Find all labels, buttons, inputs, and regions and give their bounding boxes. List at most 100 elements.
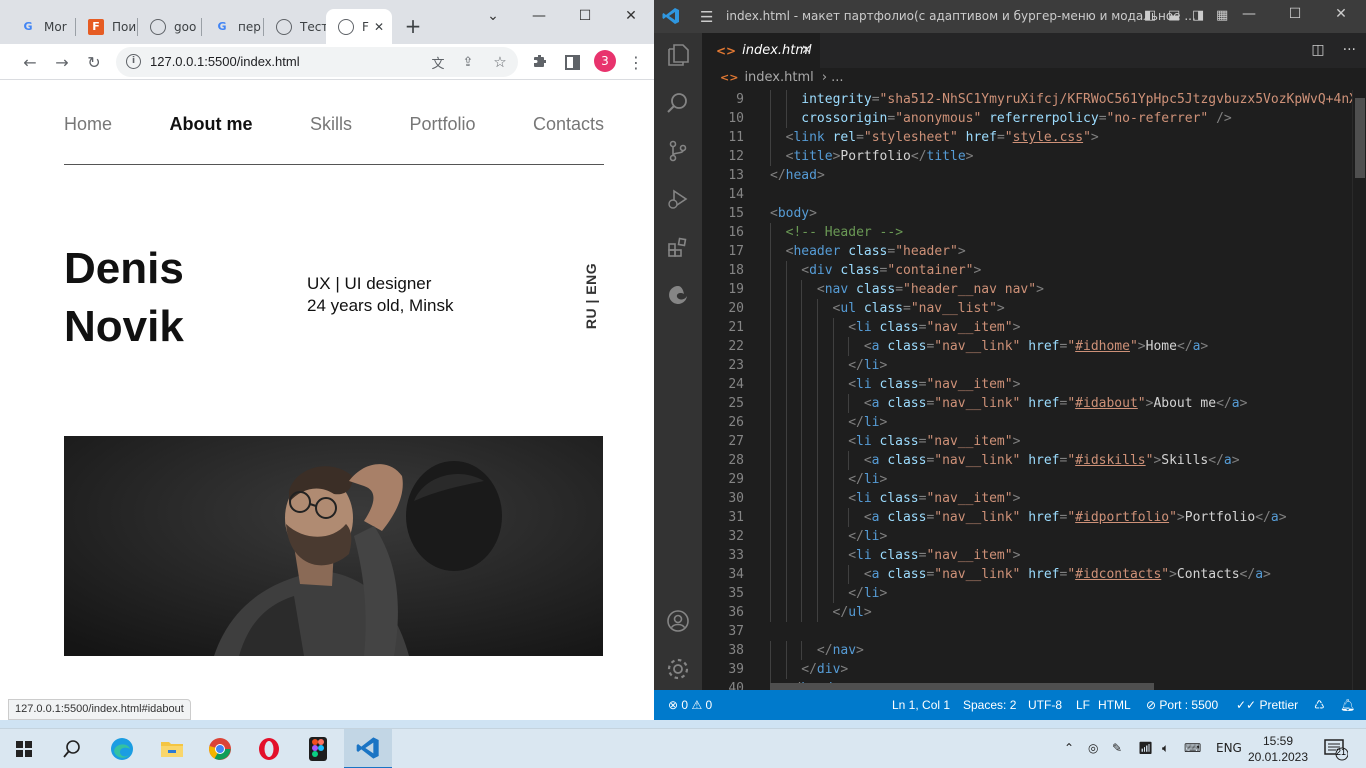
explorer-icon[interactable] [666,43,690,67]
nav-link-contacts[interactable]: Contacts [533,114,604,135]
keyboard-icon[interactable]: ⌨ [1184,741,1201,755]
end-of-line[interactable]: LF [1076,698,1090,712]
url-text[interactable]: 127.0.0.1:5500/index.html [150,54,300,69]
code-line[interactable]: 37 [702,622,1352,641]
code-line[interactable]: 31 <a class="nav__link" href="#idportfoli… [702,508,1352,527]
browser-tab[interactable]: G Mor [8,9,76,44]
kebab-menu-icon[interactable]: ⋮ [624,50,648,74]
code-editor[interactable]: 9 integrity="sha512-NhSC1YmyruXifcj/KFRWo… [702,90,1352,690]
taskbar-clock[interactable]: 15:59 20.01.2023 [1246,733,1310,765]
encoding[interactable]: UTF-8 [1028,698,1062,712]
code-line[interactable]: 21 <li class="nav__item"> [702,318,1352,337]
extensions-icon[interactable] [666,235,690,259]
minimize-button[interactable]: — [1226,6,1272,22]
close-tab-icon[interactable]: ✕ [374,20,384,34]
bookmark-star-icon[interactable]: ☆ [488,50,512,74]
nav-link-skills[interactable]: Skills [310,114,352,135]
back-arrow-icon[interactable]: ← [18,50,42,74]
accounts-icon[interactable] [666,609,690,633]
figma-icon[interactable] [294,729,342,768]
share-icon[interactable]: ⇪ [456,50,480,74]
code-line[interactable]: 19 <nav class="header__nav nav"> [702,280,1352,299]
feedback-icon[interactable]: ♺ [1314,698,1325,712]
forward-arrow-icon[interactable]: → [50,50,74,74]
reload-icon[interactable]: ↻ [82,50,106,74]
chrome-icon[interactable] [196,729,244,768]
code-line[interactable]: 9 integrity="sha512-NhSC1YmyruXifcj/KFRWo… [702,90,1352,109]
toggle-primary-sidebar-icon[interactable]: ◧ [1144,8,1156,23]
browser-tab-active[interactable]: F ✕ [326,9,392,44]
code-line[interactable]: 34 <a class="nav__link" href="#idcontacts… [702,565,1352,584]
code-line[interactable]: 20 <ul class="nav__list"> [702,299,1352,318]
close-tab-icon[interactable]: ✕ [801,43,812,58]
horizontal-scrollbar-thumb[interactable] [770,683,1154,690]
cursor-position[interactable]: Ln 1, Col 1 [892,698,950,712]
code-line[interactable]: 32 </li> [702,527,1352,546]
code-line[interactable]: 12 <title>Portfolio</title> [702,147,1352,166]
search-icon[interactable] [666,91,690,115]
breadcrumb-file[interactable]: index.html [744,70,813,85]
edge-tools-icon[interactable] [666,283,690,307]
settings-gear-icon[interactable] [666,657,690,681]
code-line[interactable]: 17 <header class="header"> [702,242,1352,261]
language-switch[interactable]: RU | ENG [578,262,604,330]
code-line[interactable]: 15 <body> [702,204,1352,223]
maximize-button[interactable]: ☐ [562,4,608,28]
vscode-taskbar-icon[interactable] [344,729,392,768]
code-line[interactable]: 28 <a class="nav__link" href="#idskills">… [702,451,1352,470]
code-line[interactable]: 27 <li class="nav__item"> [702,432,1352,451]
pen-icon[interactable]: ✎ [1112,741,1122,755]
code-line[interactable]: 13 </head> [702,166,1352,185]
notification-center-icon[interactable]: 21 [1324,739,1349,765]
scrollbar-thumb[interactable] [1355,98,1365,178]
code-line[interactable]: 22 <a class="nav__link" href="#idhome">Ho… [702,337,1352,356]
code-line[interactable]: 38 </nav> [702,641,1352,660]
code-line[interactable]: 30 <li class="nav__item"> [702,489,1352,508]
source-control-icon[interactable] [666,139,690,163]
code-line[interactable]: 36 </ul> [702,603,1352,622]
live-server-port[interactable]: ⊘ Port : 5500 [1146,698,1218,712]
run-debug-icon[interactable] [666,187,690,211]
nav-link-portfolio[interactable]: Portfolio [409,114,475,135]
new-tab-button[interactable]: + [401,14,425,38]
browser-tab[interactable]: G пер [202,9,264,44]
minimize-button[interactable]: — [516,4,562,28]
toggle-secondary-sidebar-icon[interactable]: ◨ [1192,8,1204,23]
opera-icon[interactable] [245,729,293,768]
profile-avatar[interactable]: 3 [594,50,616,72]
close-button[interactable]: ✕ [608,4,654,28]
browser-tab[interactable]: goo [138,9,202,44]
code-line[interactable]: 24 <li class="nav__item"> [702,375,1352,394]
volume-icon[interactable]: 🔈︎ [1162,741,1169,756]
edge-browser-icon[interactable] [98,729,146,768]
language-mode[interactable]: HTML [1098,698,1131,712]
chevron-down-icon[interactable]: ⌄ [470,4,516,28]
editor-tab-index-html[interactable]: <> index.html ✕ [702,33,820,68]
maximize-button[interactable]: ☐ [1272,6,1318,22]
more-actions-icon[interactable]: ··· [1343,42,1356,58]
input-language[interactable]: ENG [1216,741,1242,755]
show-hidden-icons-chevron[interactable]: ⌃ [1064,741,1074,755]
nav-link-about[interactable]: About me [169,114,252,135]
file-explorer-icon[interactable] [148,729,196,768]
split-editor-icon[interactable]: ◫ [1311,42,1324,58]
browser-tab[interactable]: F Пои [76,9,138,44]
network-icon[interactable]: 📶︎ [1138,741,1153,755]
code-line[interactable]: 14 [702,185,1352,204]
code-line[interactable]: 16 <!-- Header --> [702,223,1352,242]
code-line[interactable]: 10 crossorigin="anonymous" referrerpolicy… [702,109,1352,128]
address-bar[interactable]: i 127.0.0.1:5500/index.html 文 ⇪ ☆ [116,47,518,77]
site-info-icon[interactable]: i [126,54,141,69]
code-line[interactable]: 33 <li class="nav__item"> [702,546,1352,565]
editor-scrollbar[interactable] [1352,90,1366,690]
code-line[interactable]: 23 </li> [702,356,1352,375]
toggle-panel-icon[interactable]: ⬓ [1168,8,1180,23]
extensions-icon[interactable] [528,50,552,74]
code-line[interactable]: 29 </li> [702,470,1352,489]
browser-tab[interactable]: Тест [264,9,326,44]
windows-start-icon[interactable] [0,729,48,768]
bell-icon[interactable]: 🔔︎ [1340,698,1355,712]
code-line[interactable]: 18 <div class="container"> [702,261,1352,280]
meet-now-icon[interactable]: ◎ [1088,741,1098,755]
code-line[interactable]: 25 <a class="nav__link" href="#idabout">A… [702,394,1352,413]
